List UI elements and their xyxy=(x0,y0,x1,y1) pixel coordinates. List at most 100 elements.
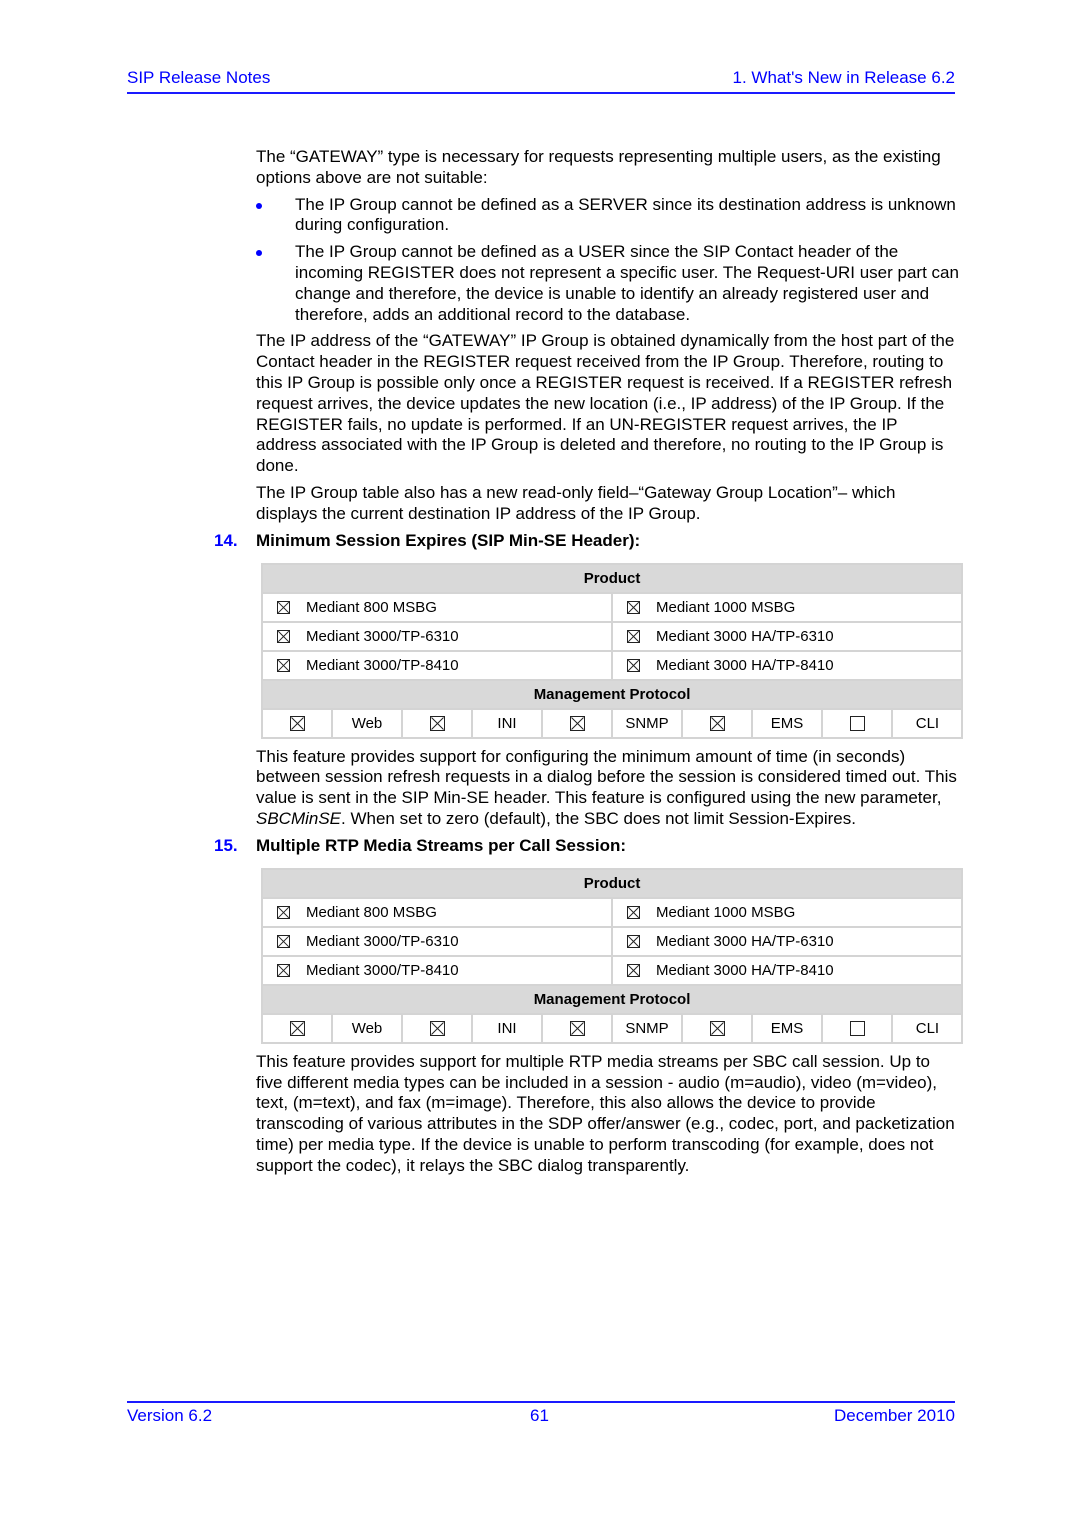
checked-box-icon xyxy=(429,716,445,732)
section-title: Multiple RTP Media Streams per Call Sess… xyxy=(256,835,627,855)
product-cell: Mediant 3000 HA/TP-8410 xyxy=(610,954,964,986)
product-cell: Mediant 800 MSBG xyxy=(261,896,613,928)
checked-box-icon xyxy=(627,629,640,643)
protocol-label: INI xyxy=(471,707,543,739)
checked-box-icon xyxy=(627,963,640,977)
product-row: Mediant 800 MSBG Mediant 1000 MSBG xyxy=(261,591,964,623)
product-label: Mediant 3000/TP-6310 xyxy=(306,932,459,950)
checked-box-icon xyxy=(709,1021,725,1037)
empty-box-icon xyxy=(849,716,865,732)
product-label: Mediant 1000 MSBG xyxy=(656,903,796,921)
bullet-item: The IP Group cannot be defined as a USER… xyxy=(256,242,961,325)
protocol-label: INI xyxy=(471,1012,543,1044)
protocol-checkbox-cell xyxy=(541,1012,613,1044)
product-cell: Mediant 3000 HA/TP-8410 xyxy=(610,649,964,681)
applicability-table: Product Mediant 800 MSBG Mediant 1000 MSBG… xyxy=(260,867,964,1044)
product-row: Mediant 3000/TP-8410 Mediant 3000 HA/TP-8… xyxy=(261,954,964,986)
protocol-checkbox-cell xyxy=(681,1012,753,1044)
checked-box-icon xyxy=(709,716,725,732)
product-cell: Mediant 3000/TP-6310 xyxy=(261,925,613,957)
product-header: Product xyxy=(260,562,964,594)
checked-box-icon xyxy=(627,600,640,614)
bullet-icon xyxy=(256,250,262,257)
bullet-item: The IP Group cannot be defined as a SERV… xyxy=(256,195,961,237)
product-label: Mediant 3000 HA/TP-8410 xyxy=(656,656,834,674)
protocol-row: Web INI SNMP EMS CLI xyxy=(261,1012,964,1044)
product-label: Mediant 800 MSBG xyxy=(306,598,437,616)
gateway-ip-paragraph: The IP address of the “GATEWAY” IP Group… xyxy=(256,331,955,476)
protocol-label: Web xyxy=(331,707,403,739)
product-label: Mediant 3000 HA/TP-6310 xyxy=(656,932,834,950)
protocol-label: CLI xyxy=(890,707,964,739)
product-row: Mediant 800 MSBG Mediant 1000 MSBG xyxy=(261,896,964,928)
product-row: Mediant 3000/TP-8410 Mediant 3000 HA/TP-8… xyxy=(261,649,964,681)
checked-box-icon xyxy=(277,905,290,919)
checked-box-icon xyxy=(277,629,290,643)
product-cell: Mediant 3000/TP-8410 xyxy=(261,649,613,681)
product-row: Mediant 3000/TP-6310 Mediant 3000 HA/TP-6… xyxy=(261,925,964,957)
footer-page-number: 61 xyxy=(530,1406,549,1425)
protocol-label: EMS xyxy=(751,1012,823,1044)
checked-box-icon xyxy=(627,658,640,672)
section-title: Minimum Session Expires (SIP Min-SE Head… xyxy=(256,530,641,550)
checked-box-icon xyxy=(627,934,640,948)
product-label: Mediant 3000/TP-6310 xyxy=(306,627,459,645)
protocol-label: Web xyxy=(331,1012,403,1044)
product-cell: Mediant 3000 HA/TP-6310 xyxy=(610,925,964,957)
protocol-label: SNMP xyxy=(611,1012,683,1044)
protocol-label: EMS xyxy=(751,707,823,739)
intro-paragraph: The “GATEWAY” type is necessary for requ… xyxy=(256,147,941,187)
page-footer: Version 6.2 61 December 2010 xyxy=(127,1401,955,1426)
protocol-checkbox-cell xyxy=(401,1012,473,1044)
checked-box-icon xyxy=(627,905,640,919)
section-number: 14. xyxy=(214,530,238,550)
protocol-checkbox-cell xyxy=(261,1012,333,1044)
checked-box-icon xyxy=(277,600,290,614)
ip-group-table-paragraph: The IP Group table also has a new read-o… xyxy=(256,482,896,523)
protocol-checkbox-cell xyxy=(401,707,473,739)
product-cell: Mediant 1000 MSBG xyxy=(610,896,964,928)
footer-date: December 2010 xyxy=(834,1406,955,1425)
product-cell: Mediant 3000/TP-6310 xyxy=(261,620,613,652)
product-cell: Mediant 3000 HA/TP-6310 xyxy=(610,620,964,652)
protocol-label: CLI xyxy=(890,1012,964,1044)
checked-box-icon xyxy=(429,1021,445,1037)
product-label: Mediant 1000 MSBG xyxy=(656,598,796,616)
empty-box-icon xyxy=(849,1021,865,1037)
product-row: Mediant 3000/TP-6310 Mediant 3000 HA/TP-6… xyxy=(261,620,964,652)
protocol-header: Management Protocol xyxy=(260,678,964,710)
product-label: Mediant 3000 HA/TP-6310 xyxy=(656,627,834,645)
page-content: The “GATEWAY” type is necessary for requ… xyxy=(214,147,964,1183)
section-heading: 14. Minimum Session Expires (SIP Min-SE … xyxy=(214,530,961,551)
protocol-row: Web INI SNMP EMS CLI xyxy=(261,707,964,739)
header-doc-title: SIP Release Notes xyxy=(127,68,271,87)
protocol-checkbox-cell xyxy=(261,707,333,739)
product-header: Product xyxy=(260,867,964,899)
parameter-name: SBCMinSE xyxy=(256,808,342,828)
checked-box-icon xyxy=(569,1021,585,1037)
checked-box-icon xyxy=(289,716,305,732)
product-cell: Mediant 3000/TP-8410 xyxy=(261,954,613,986)
protocol-checkbox-cell xyxy=(541,707,613,739)
checked-box-icon xyxy=(569,716,585,732)
footer-version: Version 6.2 xyxy=(127,1406,213,1425)
header-chapter-title: 1. What's New in Release 6.2 xyxy=(732,68,955,87)
checked-box-icon xyxy=(277,963,290,977)
bullet-icon xyxy=(256,202,262,209)
section-number: 15. xyxy=(214,835,238,855)
protocol-checkbox-cell xyxy=(821,707,893,739)
checked-box-icon xyxy=(277,934,290,948)
product-label: Mediant 800 MSBG xyxy=(306,903,437,921)
protocol-checkbox-cell xyxy=(821,1012,893,1044)
checked-box-icon xyxy=(277,658,290,672)
section-body: This feature provides support for multip… xyxy=(256,1051,955,1175)
intro-bullet-list: The IP Group cannot be defined as a SERV… xyxy=(256,195,961,326)
product-cell: Mediant 800 MSBG xyxy=(261,591,613,623)
protocol-checkbox-cell xyxy=(681,707,753,739)
protocol-label: SNMP xyxy=(611,707,683,739)
product-label: Mediant 3000/TP-8410 xyxy=(306,961,459,979)
section-body: This feature provides support for config… xyxy=(256,746,957,828)
product-label: Mediant 3000 HA/TP-8410 xyxy=(656,961,834,979)
checked-box-icon xyxy=(289,1021,305,1037)
section-heading: 15. Multiple RTP Media Streams per Call … xyxy=(214,835,961,856)
